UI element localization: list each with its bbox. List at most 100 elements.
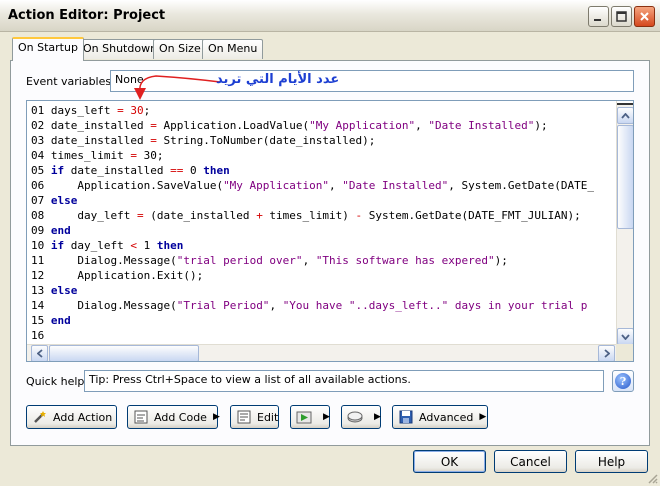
code-token: System.GetDate(DATE_FMT_JULIAN);	[362, 209, 581, 222]
chevron-up-icon	[621, 112, 630, 119]
line-number: 12	[31, 269, 51, 282]
scroll-down-button[interactable]	[617, 328, 633, 345]
title-bar: Action Editor: Project	[0, 0, 660, 32]
code-line[interactable]: 11 Dialog.Message("trial period over", "…	[31, 253, 594, 268]
code-line[interactable]: 03 date_installed = String.ToNumber(date…	[31, 133, 594, 148]
vertical-scroll-thumb[interactable]	[617, 125, 633, 229]
code-line[interactable]: 13 else	[31, 283, 594, 298]
line-number: 14	[31, 299, 51, 312]
chevron-right-icon	[603, 349, 610, 358]
resize-grip-icon[interactable]	[646, 472, 658, 484]
scroll-left-button[interactable]	[31, 345, 48, 361]
code-editor[interactable]: 01 days_left = 30; 02 date_installed = Ap…	[26, 100, 634, 362]
help-button[interactable]: Help	[575, 450, 648, 473]
line-number: 02	[31, 119, 51, 132]
edit-button[interactable]: Edit	[230, 405, 279, 429]
add-code-button[interactable]: Add Code ▶	[127, 405, 220, 429]
help-info-button[interactable]: ?	[612, 370, 634, 392]
quick-help-label: Quick help:	[26, 375, 89, 388]
line-number: 09	[31, 224, 51, 237]
code-line[interactable]: 05 if date_installed == 0 then	[31, 163, 594, 178]
code-text[interactable]: 01 days_left = 30; 02 date_installed = Ap…	[31, 103, 594, 343]
line-number: 10	[31, 239, 51, 252]
code-line[interactable]: 16	[31, 328, 594, 343]
run-script-button[interactable]: ▶	[290, 405, 330, 429]
code-token: , System.GetDate(DATE_	[448, 179, 594, 192]
maximize-icon	[616, 11, 627, 22]
code-token: else	[50, 194, 78, 207]
scroll-right-button[interactable]	[598, 345, 615, 361]
code-token: "trial period over"	[176, 254, 303, 267]
vertical-scrollbar[interactable]	[616, 101, 633, 345]
code-token: Application.LoadValue(	[156, 119, 310, 132]
code-token: ,	[329, 179, 343, 192]
code-token: day_left	[50, 209, 137, 222]
dropdown-arrow-icon: ▶	[374, 412, 381, 422]
code-token: =	[150, 134, 157, 147]
code-token: date_installed	[64, 164, 171, 177]
code-line[interactable]: 02 date_installed = Application.LoadValu…	[31, 118, 594, 133]
add-code-label: Add Code	[154, 410, 207, 424]
code-line[interactable]: 01 days_left = 30;	[31, 103, 594, 118]
code-token: Dialog.Message(	[50, 299, 177, 312]
code-token: );	[494, 254, 508, 267]
code-line[interactable]: 10 if day_left < 1 then	[31, 238, 594, 253]
code-token: "My Application"	[309, 119, 416, 132]
code-line[interactable]: 09 end	[31, 223, 594, 238]
horizontal-scrollbar[interactable]	[27, 344, 617, 361]
line-number: 16	[31, 329, 51, 342]
code-line[interactable]: 04 times_limit = 30;	[31, 148, 594, 163]
line-number: 15	[31, 314, 51, 327]
annotation-text: عدد الأيام التي تريد	[216, 72, 340, 87]
close-button[interactable]	[634, 6, 655, 27]
dropdown-arrow-icon: ▶	[323, 412, 330, 422]
chevron-left-icon	[36, 349, 43, 358]
tab-on-size[interactable]: On Size	[153, 39, 207, 59]
maximize-button[interactable]	[611, 6, 632, 27]
code-token: "This software has expered"	[315, 254, 495, 267]
code-token: date_installed	[50, 134, 151, 147]
edit-label: Edit	[257, 410, 279, 424]
add-action-label: Add Action	[53, 410, 113, 424]
code-line[interactable]: 15 end	[31, 313, 594, 328]
code-line[interactable]: 14 Dialog.Message("Trial Period", "You h…	[31, 298, 594, 313]
resource-button[interactable]: ▶	[341, 405, 381, 429]
code-line[interactable]: 12 Application.Exit();	[31, 268, 594, 283]
code-token: end	[50, 314, 71, 327]
code-token: if	[50, 164, 65, 177]
code-token: days_left	[50, 104, 118, 117]
tab-on-shutdown[interactable]: On Shutdown	[77, 39, 164, 59]
code-token: date_installed	[50, 119, 151, 132]
code-line[interactable]: 08 day_left = (date_installed + times_li…	[31, 208, 594, 223]
play-icon	[296, 409, 312, 425]
scroll-top-marker	[617, 101, 633, 105]
code-token: =	[117, 104, 124, 117]
code-token: +	[256, 209, 263, 222]
tab-on-startup[interactable]: On Startup	[12, 37, 84, 61]
line-number: 04	[31, 149, 51, 162]
code-token: "You have "..days_left.." days in your t…	[282, 299, 588, 312]
tab-on-menu[interactable]: On Menu	[202, 39, 264, 59]
code-line[interactable]: 06 Application.SaveValue("My Application…	[31, 178, 594, 193]
add-action-button[interactable]: Add Action	[26, 405, 117, 429]
code-token: times_limit	[50, 149, 131, 162]
horizontal-scroll-thumb[interactable]	[49, 345, 199, 361]
line-number: 08	[31, 209, 51, 222]
code-token: then	[203, 164, 230, 177]
advanced-label: Advanced	[419, 410, 474, 424]
code-token: "Trial Period"	[176, 299, 270, 312]
ok-button[interactable]: OK	[413, 450, 486, 473]
code-token: "Date Installed"	[342, 179, 449, 192]
code-token: <	[130, 239, 137, 252]
code-token: 30	[130, 104, 144, 117]
code-token: ,	[302, 254, 316, 267]
cancel-button[interactable]: Cancel	[494, 450, 567, 473]
code-token: Application.SaveValue(	[50, 179, 224, 192]
code-line[interactable]: 07 else	[31, 193, 594, 208]
code-token: 30;	[136, 149, 164, 162]
minimize-button[interactable]	[588, 6, 609, 27]
question-icon: ?	[615, 373, 631, 389]
code-token: ;	[143, 104, 151, 117]
advanced-button[interactable]: Advanced ▶	[392, 405, 488, 429]
scroll-up-button[interactable]	[617, 107, 633, 124]
